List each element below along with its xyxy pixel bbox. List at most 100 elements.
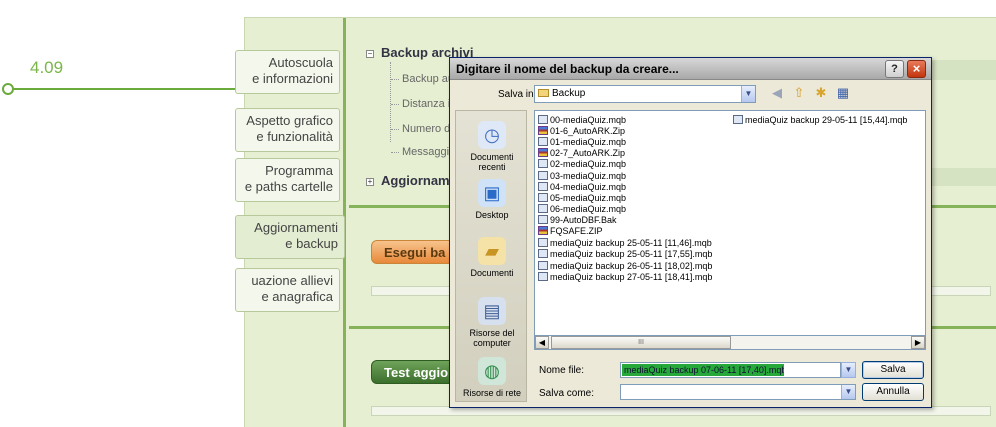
- file-item[interactable]: mediaQuiz backup 25-05-11 [11,46].mqb: [538, 238, 712, 249]
- sidebar-item-sublabel: e backup: [285, 236, 338, 251]
- database-file-icon: [538, 193, 548, 202]
- file-item[interactable]: 99-AutoDBF.Bak: [538, 215, 617, 226]
- save-in-label: Salva in:: [498, 89, 537, 100]
- back-icon[interactable]: ◀: [768, 84, 786, 102]
- folder-icon: [538, 89, 549, 97]
- file-name: 06-mediaQuiz.mqb: [550, 204, 627, 214]
- file-name: 05-mediaQuiz.mqb: [550, 193, 627, 203]
- sidebar-item-label: uazione allievi: [251, 273, 333, 288]
- scroll-right-icon[interactable]: ▶: [911, 336, 925, 349]
- place-recent[interactable]: ◷ Documenti recenti: [456, 121, 528, 172]
- my-documents-icon: ▰: [478, 237, 506, 265]
- file-item[interactable]: 03-mediaQuiz.mqb: [538, 171, 626, 182]
- database-file-icon: [538, 137, 548, 146]
- savetype-select[interactable]: ▼: [620, 384, 856, 400]
- database-file-icon: [538, 159, 548, 168]
- place-label: Desktop: [475, 210, 509, 220]
- save-in-value: Backup: [552, 88, 586, 99]
- horizontal-scrollbar[interactable]: ◀ III ▶: [534, 335, 926, 350]
- sidebar-item-programma[interactable]: Programma e paths cartelle: [235, 158, 340, 202]
- tree-group-title[interactable]: Aggiornam: [381, 173, 450, 188]
- database-file-icon: [538, 115, 548, 124]
- tree-collapse-icon[interactable]: −: [366, 50, 374, 58]
- save-button[interactable]: Salva: [862, 361, 924, 379]
- place-label: Documenti recenti: [470, 152, 514, 172]
- file-item[interactable]: mediaQuiz backup 25-05-11 [17,55].mqb: [538, 249, 712, 260]
- header-strip: [929, 168, 996, 186]
- tree-item[interactable]: Backup au: [391, 73, 454, 85]
- desktop-icon: ▣: [478, 179, 506, 207]
- place-network[interactable]: ◍ Risorse di rete: [456, 357, 528, 398]
- file-name: 01-6_AutoARK.Zip: [550, 126, 626, 136]
- file-name: 02-mediaQuiz.mqb: [550, 159, 627, 169]
- file-name: 00-mediaQuiz.mqb: [550, 115, 627, 125]
- tree-item[interactable]: Numero di: [391, 123, 453, 135]
- database-file-icon: [538, 238, 548, 247]
- database-file-icon: [538, 171, 548, 180]
- save-in-select[interactable]: Backup ▼: [534, 85, 756, 103]
- file-item[interactable]: mediaQuiz backup 27-05-11 [18,41].mqb: [538, 272, 712, 283]
- place-documents[interactable]: ▰ Documenti: [456, 237, 528, 278]
- filename-label: Nome file:: [539, 365, 585, 376]
- sidebar-item-autoscuola[interactable]: Autoscuola e informazioni: [235, 50, 340, 94]
- callout-dot: [2, 83, 14, 95]
- file-name: mediaQuiz backup 26-05-11 [18,02].mqb: [550, 261, 713, 271]
- sidebar-item-valutazione[interactable]: uazione allievi e anagrafica: [235, 268, 340, 312]
- zip-file-icon: [538, 148, 548, 157]
- recent-documents-icon: ◷: [478, 121, 506, 149]
- sidebar-item-aspetto[interactable]: Aspetto grafico e funzionalità: [235, 108, 340, 152]
- callout-line: [8, 88, 244, 90]
- sidebar-item-label: Programma: [265, 163, 333, 178]
- sidebar-item-label: Autoscuola: [268, 55, 333, 70]
- sidebar-item-aggiornamenti[interactable]: Aggiornamenti e backup: [235, 215, 345, 259]
- file-item[interactable]: 04-mediaQuiz.mqb: [538, 182, 626, 193]
- new-folder-icon[interactable]: ✱: [812, 84, 830, 102]
- file-item[interactable]: mediaQuiz backup 29-05-11 [15,44].mqb: [733, 115, 907, 126]
- places-bar: ◷ Documenti recenti ▣ Desktop ▰ Document…: [455, 110, 527, 402]
- network-icon: ◍: [478, 357, 506, 385]
- file-name: 02-7_AutoARK.Zip: [550, 148, 626, 158]
- file-name: FQSAFE.ZIP: [550, 226, 603, 236]
- up-folder-icon[interactable]: ⇧: [790, 84, 808, 102]
- file-item[interactable]: 01-6_AutoARK.Zip: [538, 126, 625, 137]
- cancel-button[interactable]: Annulla: [862, 383, 924, 401]
- sidebar-item-label: Aspetto grafico: [246, 113, 333, 128]
- scroll-left-icon[interactable]: ◀: [535, 336, 549, 349]
- database-file-icon: [538, 215, 548, 224]
- zip-file-icon: [538, 226, 548, 235]
- file-list[interactable]: 00-mediaQuiz.mqb 01-6_AutoARK.Zip 01-med…: [534, 110, 926, 350]
- place-label: Risorse del computer: [469, 328, 515, 348]
- place-label: Risorse di rete: [462, 388, 522, 398]
- chevron-down-icon: ▼: [841, 385, 855, 399]
- tree-expand-icon[interactable]: +: [366, 178, 374, 186]
- scroll-thumb[interactable]: III: [551, 336, 731, 349]
- file-item[interactable]: 05-mediaQuiz.mqb: [538, 193, 626, 204]
- dialog-titlebar[interactable]: Digitare il nome del backup da creare...…: [450, 58, 931, 80]
- file-item[interactable]: 06-mediaQuiz.mqb: [538, 204, 626, 215]
- sidebar-item-sublabel: e anagrafica: [261, 289, 333, 304]
- view-menu-icon[interactable]: ▦: [834, 84, 852, 102]
- place-desktop[interactable]: ▣ Desktop: [456, 179, 528, 220]
- file-name: mediaQuiz backup 27-05-11 [18,41].mqb: [550, 272, 713, 282]
- filename-input[interactable]: mediaQuiz backup 07-06-11 [17,40].mqb: [620, 362, 841, 378]
- tree-item[interactable]: Messaggio: [391, 146, 455, 158]
- sidebar-item-sublabel: e paths cartelle: [244, 179, 333, 194]
- file-item[interactable]: FQSAFE.ZIP: [538, 226, 603, 237]
- file-item[interactable]: 02-7_AutoARK.Zip: [538, 148, 625, 159]
- file-item[interactable]: 02-mediaQuiz.mqb: [538, 159, 626, 170]
- place-computer[interactable]: ▤ Risorse del computer: [456, 297, 528, 348]
- help-button[interactable]: ?: [885, 60, 904, 78]
- database-file-icon: [538, 204, 548, 213]
- file-name: 03-mediaQuiz.mqb: [550, 171, 627, 181]
- filename-value: mediaQuiz backup 07-06-11 [17,40].mqb: [622, 364, 784, 376]
- file-item[interactable]: mediaQuiz backup 26-05-11 [18,02].mqb: [538, 261, 712, 272]
- file-name: 99-AutoDBF.Bak: [550, 215, 617, 225]
- file-item[interactable]: 01-mediaQuiz.mqb: [538, 137, 626, 148]
- file-item[interactable]: 00-mediaQuiz.mqb: [538, 115, 626, 126]
- chevron-down-icon[interactable]: ▼: [841, 362, 856, 378]
- close-button[interactable]: ×: [907, 60, 926, 78]
- file-name: mediaQuiz backup 25-05-11 [17,55].mqb: [550, 249, 713, 259]
- callout-label: 4.09: [30, 58, 64, 77]
- database-file-icon: [733, 115, 743, 124]
- tree-item[interactable]: Distanza i: [391, 98, 450, 110]
